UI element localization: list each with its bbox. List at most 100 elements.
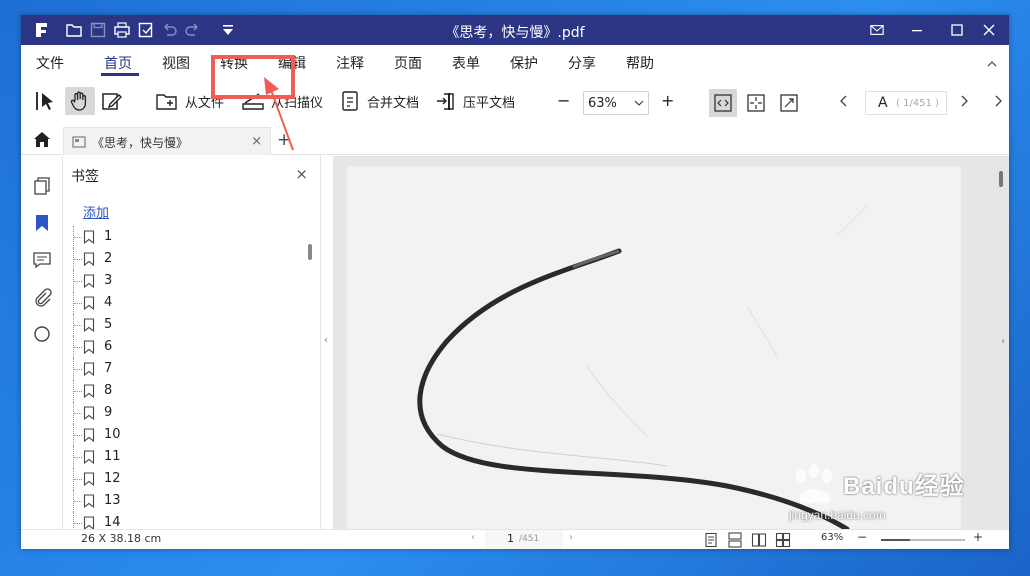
single-page-view-icon[interactable]: [703, 532, 719, 548]
bookmark-item[interactable]: 3: [73, 270, 303, 292]
bookmark-item[interactable]: 13: [73, 490, 303, 512]
bookmark-item[interactable]: 2: [73, 248, 303, 270]
zoom-out-button[interactable]: −: [557, 91, 570, 110]
bookmark-item[interactable]: 1: [73, 226, 303, 248]
bookmark-item[interactable]: 7: [73, 358, 303, 380]
print-icon[interactable]: [113, 21, 131, 39]
bookmark-label: 14: [104, 515, 121, 529]
status-zoom-out-button[interactable]: −: [857, 530, 867, 544]
bookmark-item[interactable]: 5: [73, 314, 303, 336]
thumbnails-icon[interactable]: [32, 176, 52, 196]
undo-icon[interactable]: [161, 21, 179, 39]
menu-file[interactable]: 文件: [36, 53, 64, 73]
edit-tool-icon[interactable]: [101, 90, 123, 112]
from-file-button[interactable]: 从文件: [155, 90, 224, 112]
bookmark-item[interactable]: 6: [73, 336, 303, 358]
collapse-panel-icon[interactable]: ‹: [324, 335, 328, 346]
tree-line: [73, 512, 83, 529]
bookmark-label: 11: [104, 449, 121, 464]
bookmark-icon: [83, 230, 95, 244]
fit-width-button[interactable]: [709, 89, 737, 117]
bookmark-item[interactable]: 14: [73, 512, 303, 529]
bookmark-item[interactable]: 12: [73, 468, 303, 490]
close-window-button[interactable]: [969, 15, 1009, 45]
bookmark-item[interactable]: 8: [73, 380, 303, 402]
grid-view-icon[interactable]: [775, 532, 791, 548]
left-rail: [21, 156, 63, 529]
toolbar-more-icon[interactable]: [993, 95, 1003, 107]
redo-icon[interactable]: [183, 21, 201, 39]
from-scanner-button[interactable]: 从扫描仪: [241, 90, 323, 112]
status-zoom-in-button[interactable]: +: [973, 530, 983, 544]
menu-page[interactable]: 页面: [394, 53, 422, 73]
page-input[interactable]: A ( 1/451 ): [865, 91, 947, 115]
add-bookmark-link[interactable]: 添加: [83, 202, 109, 221]
open-folder-icon[interactable]: [65, 21, 83, 39]
save-icon[interactable]: [89, 21, 107, 39]
menu-convert[interactable]: 转换: [220, 53, 248, 73]
bookmark-item[interactable]: 4: [73, 292, 303, 314]
zoom-select[interactable]: 63%: [583, 91, 649, 115]
bookmark-label: 13: [104, 493, 121, 508]
status-page-input[interactable]: 1 /451: [485, 530, 563, 549]
close-tab-icon[interactable]: ×: [251, 134, 262, 149]
continuous-view-icon[interactable]: [727, 532, 743, 548]
bookmark-item[interactable]: 11: [73, 446, 303, 468]
bookmark-label: 2: [104, 251, 113, 266]
toolbar: 从文件 从扫描仪 合并文档 压平文档 − 63% + A (1/451): [21, 77, 1009, 125]
bookmark-label: 8: [104, 383, 113, 398]
bookmarks-icon[interactable]: [32, 213, 52, 233]
pdf-file-icon: [72, 136, 86, 148]
prev-page-icon[interactable]: [839, 95, 849, 107]
zoom-value: 63%: [588, 96, 617, 111]
zoom-in-button[interactable]: +: [661, 91, 674, 110]
tree-line: [73, 226, 83, 248]
bookmark-label: 12: [104, 471, 121, 486]
status-prev-page-icon[interactable]: ‹: [471, 532, 475, 543]
attachments-icon[interactable]: [32, 287, 52, 307]
bookmark-panel: 书签 × 添加 1 2 3 4 5 6 7 8 9 10 11 12 13 14: [63, 156, 321, 529]
menu-help[interactable]: 帮助: [626, 53, 654, 73]
menu-bar: 文件 首页 视图 转换 编辑 注释 页面 表单 保护 分享 帮助: [21, 45, 1009, 77]
mail-icon[interactable]: [857, 15, 897, 45]
home-tab-icon[interactable]: [33, 131, 51, 148]
quick-access-dropdown-icon[interactable]: [219, 21, 237, 39]
two-page-view-icon[interactable]: [751, 532, 767, 548]
rotate-button[interactable]: [775, 89, 803, 117]
comments-icon[interactable]: [32, 250, 52, 270]
collapse-right-panel-icon[interactable]: ‹: [1001, 336, 1005, 347]
menu-edit[interactable]: 编辑: [278, 53, 306, 73]
menu-protect[interactable]: 保护: [510, 53, 538, 73]
tree-line: [73, 336, 83, 358]
tree-line: [73, 424, 83, 446]
fit-page-button[interactable]: [742, 89, 770, 117]
menu-form[interactable]: 表单: [452, 53, 480, 73]
search-panel-icon[interactable]: [32, 324, 52, 344]
active-menu-indicator: [101, 73, 139, 76]
flatten-docs-button[interactable]: 压平文档: [435, 90, 515, 112]
tab-bar: 《思考，快与慢》 × +: [21, 125, 1009, 155]
document-scrollbar[interactable]: [999, 171, 1003, 187]
merge-docs-button[interactable]: 合并文档: [339, 90, 419, 112]
hand-tool-icon[interactable]: [69, 90, 91, 112]
menu-view[interactable]: 视图: [162, 53, 190, 73]
menu-home[interactable]: 首页: [104, 53, 132, 73]
status-next-page-icon[interactable]: ›: [569, 532, 573, 543]
close-panel-icon[interactable]: ×: [295, 165, 308, 183]
minimize-button[interactable]: [897, 15, 937, 45]
collapse-ribbon-icon[interactable]: [985, 57, 999, 71]
zoom-slider[interactable]: [881, 539, 965, 541]
bookmark-scrollbar[interactable]: [308, 244, 312, 260]
select-tool-icon[interactable]: [35, 90, 57, 112]
menu-comment[interactable]: 注释: [336, 53, 364, 73]
from-file-label: 从文件: [185, 95, 225, 111]
menu-share[interactable]: 分享: [568, 53, 596, 73]
doc-tab[interactable]: 《思考，快与慢》 ×: [63, 127, 271, 155]
bookmark-item[interactable]: 9: [73, 402, 303, 424]
export-icon[interactable]: [137, 21, 155, 39]
bookmark-icon: [83, 318, 95, 332]
bookmark-item[interactable]: 10: [73, 424, 303, 446]
status-page-current: 1: [507, 532, 514, 545]
next-page-icon[interactable]: [959, 95, 969, 107]
new-tab-button[interactable]: +: [277, 130, 291, 150]
